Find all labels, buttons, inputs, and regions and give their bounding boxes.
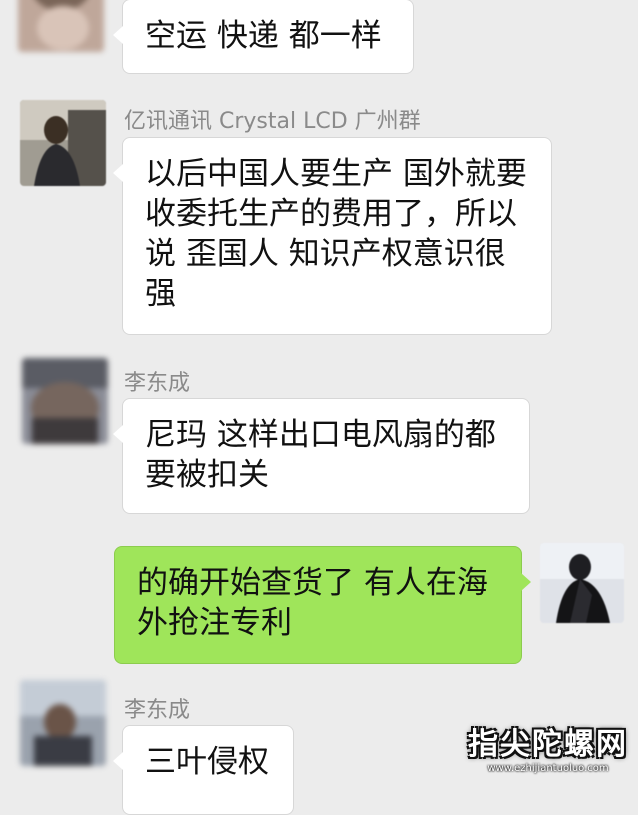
sender-name: 李东成: [124, 698, 191, 723]
sender-avatar[interactable]: [18, 0, 104, 52]
message-bubble[interactable]: 尼玛 这样出口电风扇的都要被扣关: [113, 398, 530, 514]
sender-name: 亿讯通讯 Crystal LCD 广州群: [124, 109, 421, 134]
message-bubble[interactable]: 三叶侵权: [113, 725, 294, 815]
message-bubble[interactable]: 的确开始查货了 有人在海外抢注专利: [114, 546, 531, 664]
sender-avatar[interactable]: [22, 358, 108, 444]
message-bubble[interactable]: 以后中国人要生产 国外就要收委托生产的费用了，所以说 歪国人 知识产权意识很强: [113, 137, 552, 335]
sender-name: 李东成: [124, 371, 191, 396]
self-avatar[interactable]: [540, 543, 624, 623]
message-bubble[interactable]: 空运 快递 都一样: [113, 0, 414, 74]
sender-avatar[interactable]: [20, 680, 106, 766]
sender-avatar[interactable]: [20, 100, 106, 186]
watermark-url: www.ezhijiantuoluo.com: [487, 763, 609, 774]
site-watermark: 指尖陀螺网 www.ezhijiantuoluo.com: [468, 719, 628, 774]
watermark-title: 指尖陀螺网: [468, 727, 628, 762]
